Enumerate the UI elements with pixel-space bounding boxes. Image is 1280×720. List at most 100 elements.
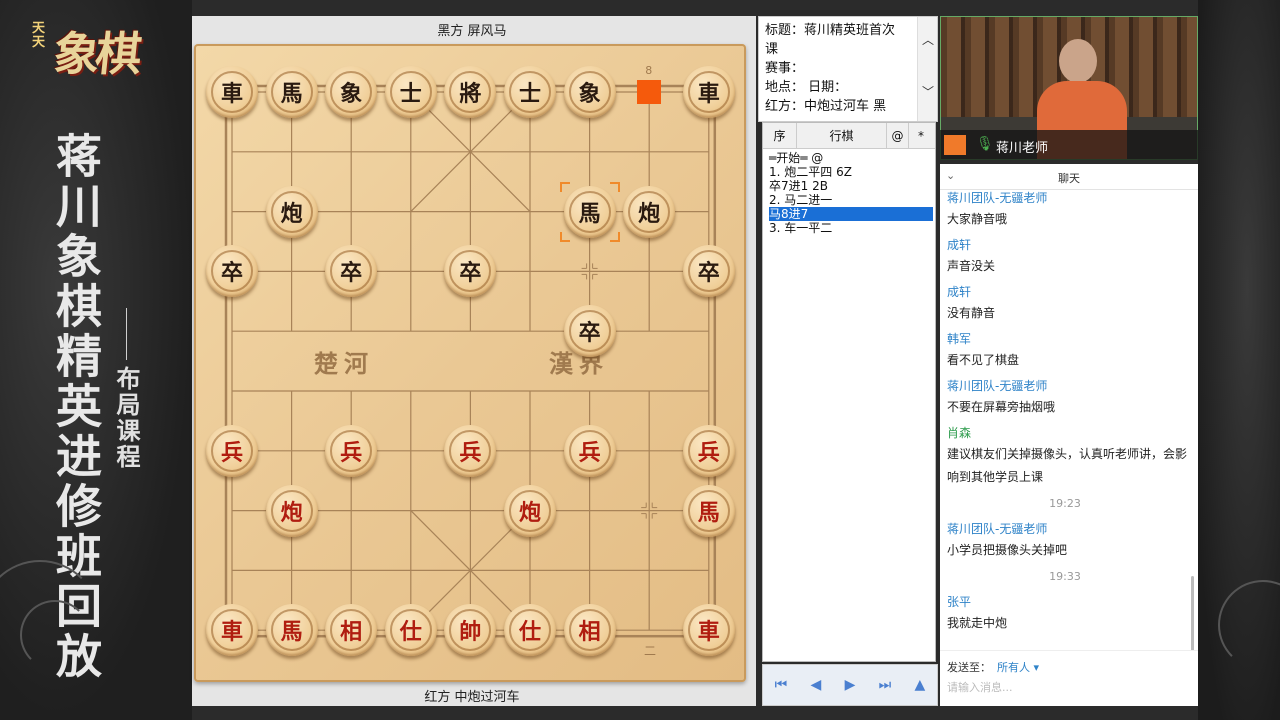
piece-label: 車: [211, 609, 253, 652]
chat-sender: 蒋川团队-无疆老师: [947, 522, 1048, 536]
red-piece[interactable]: 相: [325, 604, 378, 657]
black-piece[interactable]: 象: [563, 66, 616, 118]
piece-label: 象: [568, 71, 611, 113]
red-piece[interactable]: 兵: [682, 424, 735, 477]
red-piece[interactable]: 炮: [265, 484, 318, 537]
red-piece[interactable]: 兵: [325, 424, 378, 477]
last-move-marker: [637, 80, 662, 104]
black-piece[interactable]: 象: [325, 66, 378, 118]
red-piece[interactable]: 兵: [444, 424, 497, 477]
chat-scrollbar[interactable]: [1191, 576, 1194, 650]
swirl-decoration: [20, 600, 90, 670]
black-piece[interactable]: 卒: [563, 305, 616, 358]
piece-label: 卒: [687, 250, 730, 293]
chat-sender: 成轩: [947, 285, 972, 299]
red-piece[interactable]: 馬: [682, 484, 735, 537]
avatar: [944, 135, 966, 155]
black-piece[interactable]: 卒: [206, 245, 258, 298]
piece-label: 卒: [330, 250, 373, 293]
red-piece[interactable]: 兵: [563, 424, 616, 477]
info-line: 地点： 日期：: [765, 80, 848, 95]
send-to-row: 发送至： 所有人 ▾: [947, 659, 1039, 675]
info-scrollbar[interactable]: ︿ ﹀: [917, 17, 937, 121]
black-piece[interactable]: 將: [444, 66, 497, 118]
move-row[interactable]: 马8进7: [769, 207, 933, 221]
chat-input-area: 发送至： 所有人 ▾ 请输入消息...: [940, 650, 1198, 706]
red-piece[interactable]: 仕: [384, 604, 437, 657]
piece-label: 相: [568, 609, 611, 652]
black-piece[interactable]: 卒: [682, 245, 735, 298]
piece-label: 兵: [449, 429, 492, 472]
logo-big-text: 象棋: [50, 27, 141, 81]
move-row[interactable]: 3. 车一平二: [769, 221, 933, 235]
red-piece[interactable]: 炮: [504, 484, 556, 537]
variation-up-icon[interactable]: ▲: [915, 677, 926, 693]
board-grid: [224, 84, 717, 638]
river-left-text: 楚河: [314, 349, 374, 378]
black-piece[interactable]: 卒: [444, 245, 497, 298]
chat-message-text: 建议棋友们关掉摄像头，认真听老师讲，会影响到其他学员上课: [947, 447, 1188, 484]
microphone-icon[interactable]: 🎙: [976, 136, 994, 152]
piece-label: 馬: [687, 489, 730, 532]
chat-sender: 张平: [947, 595, 972, 609]
next-move-icon[interactable]: ▶: [845, 677, 856, 693]
last-move-icon[interactable]: ⏭: [879, 677, 892, 693]
move-row[interactable]: ═开始═ @: [769, 151, 933, 165]
red-piece[interactable]: 馬: [265, 604, 318, 657]
red-piece[interactable]: 帥: [444, 604, 497, 657]
chat-sender: 成轩: [947, 238, 972, 252]
move-row[interactable]: 2. 马二进一: [769, 193, 933, 207]
black-piece[interactable]: 炮: [623, 185, 676, 238]
piece-label: 仕: [509, 609, 551, 652]
header-index: 序: [763, 123, 797, 148]
black-piece[interactable]: 卒: [325, 245, 378, 298]
move-list: ═开始═ @1. 炮二平四 6Z 卒7进1 2B 2. 马二进一 马8进7 3. 车…: [769, 151, 933, 235]
first-move-icon[interactable]: ⏮: [775, 677, 788, 693]
black-piece[interactable]: 士: [504, 66, 556, 118]
piece-label: 帥: [449, 609, 492, 652]
red-piece[interactable]: 仕: [504, 604, 556, 657]
chat-input[interactable]: 请输入消息...: [947, 679, 1013, 695]
chat-message-text: 小学员把摄像头关掉吧: [947, 543, 1068, 557]
piece-label: 炮: [270, 190, 313, 233]
piece-label: 相: [330, 609, 373, 652]
board-panel: 黑方 屏风马 楚河 漢界 8 車馬象士將士象車炮馬炮卒卒卒卒卒兵兵兵兵兵炮炮馬車…: [192, 16, 756, 706]
piece-label: 卒: [568, 310, 611, 353]
piece-label: 兵: [568, 429, 611, 472]
red-piece[interactable]: 兵: [206, 424, 258, 477]
black-piece[interactable]: 車: [682, 66, 735, 118]
piece-label: 卒: [449, 250, 492, 293]
red-piece[interactable]: 相: [563, 604, 616, 657]
move-row[interactable]: 卒7进1 2B: [769, 179, 933, 193]
black-piece[interactable]: 炮: [265, 185, 318, 238]
app-logo: 天天 象棋: [22, 10, 170, 100]
move-row[interactable]: 1. 炮二平四 6Z: [769, 165, 933, 179]
red-piece[interactable]: 車: [682, 604, 735, 657]
scroll-up-icon[interactable]: ︿: [922, 31, 934, 48]
chat-message-text: 大家静音哦: [947, 212, 1008, 226]
black-piece[interactable]: 士: [384, 66, 437, 118]
chat-message-text: 不要在屏幕旁抽烟哦: [947, 400, 1056, 414]
piece-label: 兵: [687, 429, 730, 472]
scroll-down-icon[interactable]: ﹀: [922, 83, 934, 100]
info-line: 标题：蒋川精英班首次: [765, 23, 896, 38]
chat-message-text: 我就走中炮: [947, 616, 1008, 630]
black-piece[interactable]: 馬: [265, 66, 318, 118]
piece-label: 將: [449, 71, 492, 113]
header-star: *: [918, 129, 924, 143]
black-piece[interactable]: 車: [206, 66, 258, 118]
red-piece[interactable]: 車: [206, 604, 258, 657]
piece-label: 士: [389, 71, 432, 113]
piece-label: 士: [509, 71, 551, 113]
video-caption-bar: 🎙 蒋川老师: [940, 130, 1198, 160]
chess-board[interactable]: 楚河 漢界 8 車馬象士將士象車炮馬炮卒卒卒卒卒兵兵兵兵兵炮炮馬車馬相仕帥仕相車…: [194, 44, 746, 682]
send-to-label: 发送至：: [947, 661, 991, 674]
prev-move-icon[interactable]: ◀: [811, 677, 822, 693]
header-at: @: [887, 123, 909, 148]
black-piece[interactable]: 馬: [563, 185, 616, 238]
recipient-select[interactable]: 所有人 ▾: [997, 661, 1039, 674]
chat-panel: ⌄ 聊天 蒋川团队-无疆老师 大家静音哦 成轩 声音没关 成轩 没有静音 韩军 看不见了棋盘蒋…: [940, 164, 1198, 706]
right-decoration: [1198, 0, 1280, 720]
move-list-panel: 序 行棋 @ * ═开始═ @1. 炮二平四 6Z 卒7进1 2B 2. 马二进一…: [762, 122, 936, 662]
info-line: 赛事：: [765, 61, 805, 76]
